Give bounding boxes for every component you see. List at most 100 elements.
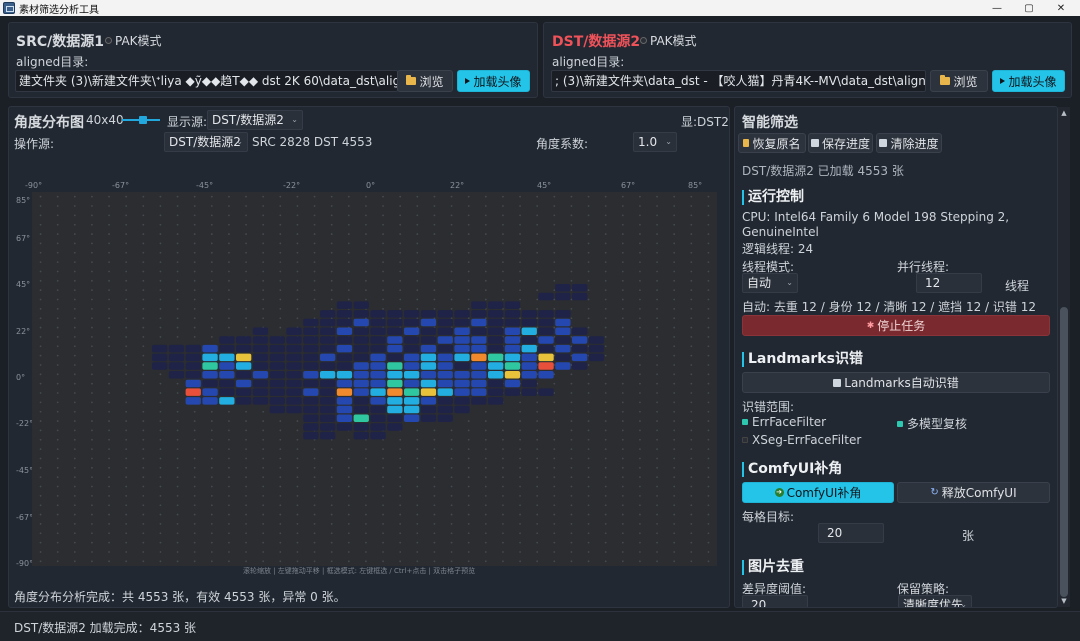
heatmap-cell[interactable]: [303, 362, 319, 370]
heatmap-cell[interactable]: [353, 353, 369, 362]
heatmap-cell[interactable]: [387, 371, 403, 379]
heatmap-cell[interactable]: [471, 388, 487, 396]
heatmap-cell[interactable]: [219, 336, 235, 344]
heatmap-cell[interactable]: [236, 397, 252, 405]
heatmap-cell[interactable]: [168, 344, 185, 353]
heatmap-cell[interactable]: [572, 284, 588, 292]
heatmap-cell[interactable]: [572, 292, 588, 301]
xseg-option[interactable]: XSeg-ErrFaceFilter: [742, 433, 861, 447]
heatmap-cell[interactable]: [437, 353, 453, 362]
heatmap-cell[interactable]: [454, 405, 470, 414]
heatmap-cell[interactable]: [387, 423, 403, 431]
heatmap-cell[interactable]: [336, 405, 353, 414]
heatmap-cell[interactable]: [404, 405, 420, 414]
heatmap-cell[interactable]: [236, 336, 252, 344]
heatmap-cell[interactable]: [504, 344, 521, 353]
heatmap-cell[interactable]: [219, 344, 235, 353]
heatmap-cell[interactable]: [252, 379, 269, 388]
heatmap-cell[interactable]: [336, 353, 353, 362]
heatmap-cell[interactable]: [353, 327, 369, 336]
heatmap-cell[interactable]: [286, 336, 302, 344]
heatmap-cell[interactable]: [420, 397, 437, 405]
heatmap-cell[interactable]: [252, 362, 269, 370]
heatmap-cell[interactable]: [353, 310, 369, 318]
heatmap-cell[interactable]: [353, 371, 369, 379]
heatmap-cell[interactable]: [370, 362, 386, 370]
heatmap-cell[interactable]: [320, 353, 336, 362]
heatmap-cell[interactable]: [538, 318, 554, 327]
heatmap-cell[interactable]: [370, 388, 386, 396]
heatmap-cell[interactable]: [370, 353, 386, 362]
heatmap-cell[interactable]: [387, 414, 403, 423]
heatmap-cell[interactable]: [185, 371, 201, 379]
heatmap-cell[interactable]: [538, 310, 554, 318]
heatmap-cell[interactable]: [303, 423, 319, 431]
heatmap-cell[interactable]: [185, 353, 201, 362]
heatmap-cell[interactable]: [588, 336, 605, 344]
heatmap-cell[interactable]: [454, 388, 470, 396]
heatmap-cell[interactable]: [387, 362, 403, 370]
stop-task-button[interactable]: ✱ 停止任务: [742, 315, 1050, 336]
heatmap-cell[interactable]: [252, 388, 269, 396]
scroll-down-icon[interactable]: ▼: [1058, 595, 1070, 607]
heatmap-cell[interactable]: [336, 344, 353, 353]
heatmap-cell[interactable]: [538, 336, 554, 344]
heatmap-cell[interactable]: [219, 397, 235, 405]
heatmap-cell[interactable]: [437, 388, 453, 396]
heatmap-cell[interactable]: [336, 397, 353, 405]
heatmap-cell[interactable]: [404, 353, 420, 362]
heatmap-cell[interactable]: [370, 379, 386, 388]
heatmap-cell[interactable]: [336, 379, 353, 388]
heatmap-cell[interactable]: [437, 371, 453, 379]
heatmap-cell[interactable]: [437, 336, 453, 344]
heatmap-cell[interactable]: [504, 353, 521, 362]
heatmap-cell[interactable]: [588, 353, 605, 362]
dst-load-button[interactable]: 加载头像: [992, 70, 1065, 92]
heatmap-cell[interactable]: [320, 318, 336, 327]
operate-source-select[interactable]: DST/数据源2 ⌄: [164, 132, 248, 152]
heatmap-cell[interactable]: [420, 344, 437, 353]
heatmap-cell[interactable]: [370, 336, 386, 344]
heatmap-cell[interactable]: [420, 414, 437, 423]
heatmap-cell[interactable]: [303, 414, 319, 423]
heatmap-cell[interactable]: [168, 353, 185, 362]
heatmap-cell[interactable]: [387, 388, 403, 396]
threshold-input[interactable]: 20: [742, 595, 808, 607]
heatmap-cell[interactable]: [219, 353, 235, 362]
heatmap-cell[interactable]: [303, 379, 319, 388]
heatmap-cell[interactable]: [471, 327, 487, 336]
heatmap-cell[interactable]: [252, 371, 269, 379]
heatmap-cell[interactable]: [454, 397, 470, 405]
heatmap-cell[interactable]: [286, 371, 302, 379]
heatmap-cell[interactable]: [572, 336, 588, 344]
dst-browse-button[interactable]: 浏览: [930, 70, 988, 92]
heatmap-cell[interactable]: [420, 379, 437, 388]
src-browse-button[interactable]: 浏览: [397, 70, 453, 92]
heatmap-cell[interactable]: [387, 379, 403, 388]
heatmap-cell[interactable]: [555, 318, 571, 327]
heatmap-cell[interactable]: [185, 344, 201, 353]
heatmap-cell[interactable]: [320, 310, 336, 318]
heatmap-cell[interactable]: [521, 379, 537, 388]
heatmap-cell[interactable]: [353, 431, 369, 440]
heatmap-cell[interactable]: [471, 318, 487, 327]
heatmap-cell[interactable]: [269, 362, 285, 370]
heatmap-cell[interactable]: [504, 362, 521, 370]
heatmap-cell[interactable]: [252, 327, 269, 336]
heatmap-cell[interactable]: [488, 371, 504, 379]
thread-mode-select[interactable]: 自动 ⌄: [742, 273, 798, 293]
heatmap-cell[interactable]: [185, 388, 201, 396]
heatmap-cell[interactable]: [572, 344, 588, 353]
heatmap-cell[interactable]: [303, 388, 319, 396]
heatmap-cell[interactable]: [370, 431, 386, 440]
heatmap-cell[interactable]: [521, 336, 537, 344]
heatmap-cell[interactable]: [404, 310, 420, 318]
heatmap-cell[interactable]: [269, 405, 285, 414]
heatmap-cell[interactable]: [471, 353, 487, 362]
heatmap-cell[interactable]: [387, 327, 403, 336]
heatmap-cell[interactable]: [202, 371, 218, 379]
heatmap-cell[interactable]: [454, 336, 470, 344]
heatmap-cell[interactable]: [471, 344, 487, 353]
heatmap-cell[interactable]: [320, 405, 336, 414]
angle-heatmap[interactable]: [32, 192, 717, 566]
